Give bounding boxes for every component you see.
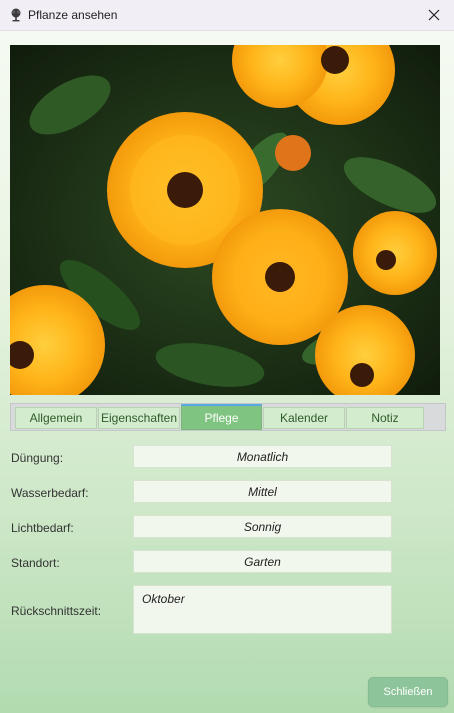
location-label: Standort: bbox=[11, 556, 60, 570]
tab-bar: Allgemein Eigenschaften Pflege Kalender … bbox=[10, 403, 446, 431]
tab-kalender[interactable]: Kalender bbox=[263, 407, 345, 429]
water-label: Wasserbedarf: bbox=[11, 486, 89, 500]
water-field[interactable]: Mittel bbox=[133, 480, 392, 503]
title-bar: Pflanze ansehen bbox=[0, 0, 454, 31]
flower-image bbox=[10, 45, 440, 395]
plant-photo bbox=[10, 45, 440, 395]
window-close-button[interactable] bbox=[414, 0, 454, 30]
fertilizing-label: Düngung: bbox=[11, 451, 64, 465]
tab-eigenschaften[interactable]: Eigenschaften bbox=[98, 407, 180, 429]
plant-icon bbox=[11, 8, 21, 22]
location-field[interactable]: Garten bbox=[133, 550, 392, 573]
window-title: Pflanze ansehen bbox=[28, 8, 118, 22]
pruning-label: Rückschnittszeit: bbox=[11, 604, 102, 618]
light-label: Lichtbedarf: bbox=[11, 521, 74, 535]
tab-notiz[interactable]: Notiz bbox=[346, 407, 424, 429]
tab-pflege[interactable]: Pflege bbox=[181, 404, 262, 430]
fertilizing-field[interactable]: Monatlich bbox=[133, 445, 392, 468]
close-button[interactable]: Schließen bbox=[368, 677, 448, 707]
light-field[interactable]: Sonnig bbox=[133, 515, 392, 538]
close-icon bbox=[428, 9, 440, 21]
pruning-field[interactable]: Oktober bbox=[133, 585, 392, 634]
tab-allgemein[interactable]: Allgemein bbox=[15, 407, 97, 429]
